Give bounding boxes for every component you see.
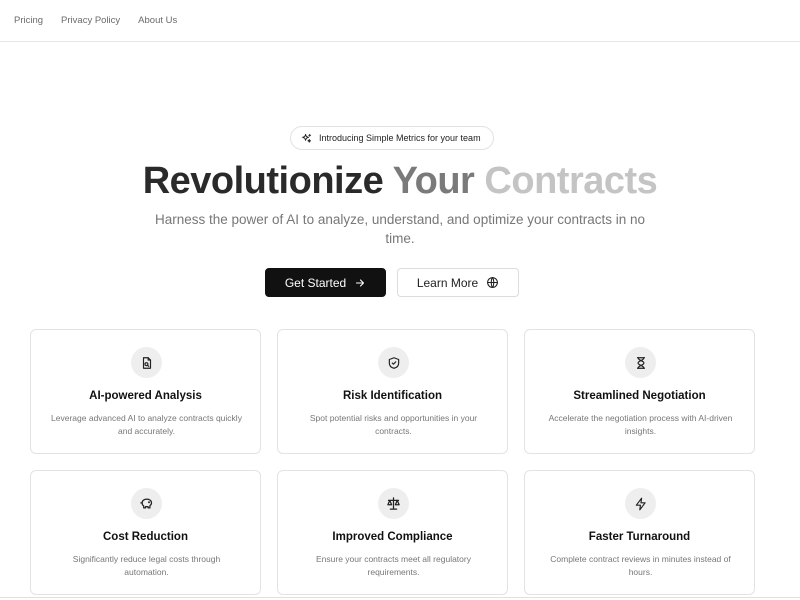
feature-card-ai-analysis: AI-powered Analysis Leverage advanced AI… bbox=[30, 329, 261, 454]
scale-icon bbox=[387, 497, 400, 510]
feature-description: Leverage advanced AI to analyze contract… bbox=[51, 413, 242, 436]
nav-link-pricing[interactable]: Pricing bbox=[14, 15, 43, 26]
feature-card-risk-identification: Risk Identification Spot potential risks… bbox=[277, 329, 508, 454]
feature-title: Faster Turnaround bbox=[588, 531, 691, 543]
feature-title: Cost Reduction bbox=[103, 531, 188, 543]
feature-icon-wrap bbox=[378, 347, 409, 378]
feature-card-streamlined-negotiation: Streamlined Negotiation Accelerate the n… bbox=[524, 329, 755, 454]
top-nav: Pricing Privacy Policy About Us bbox=[0, 0, 800, 42]
shield-check-icon bbox=[388, 356, 399, 369]
feature-icon-wrap bbox=[131, 488, 162, 519]
feature-icon-wrap bbox=[131, 347, 162, 378]
sparkles-icon bbox=[302, 133, 312, 143]
nav-link-privacy-policy[interactable]: Privacy Policy bbox=[61, 15, 120, 26]
globe-icon bbox=[487, 277, 499, 288]
feature-title: Risk Identification bbox=[342, 390, 443, 402]
feature-title: Streamlined Negotiation bbox=[573, 390, 706, 402]
hero-title-word-3: Contracts bbox=[484, 160, 658, 202]
page-bottom-divider bbox=[0, 597, 800, 598]
document-search-icon bbox=[142, 356, 151, 369]
feature-description: Complete contract reviews in minutes ins… bbox=[550, 554, 731, 577]
feature-description: Ensure your contracts meet all regulator… bbox=[316, 554, 471, 577]
announcement-badge[interactable]: Introducing Simple Metrics for your team bbox=[290, 126, 494, 150]
get-started-label: Get Started bbox=[284, 275, 347, 290]
learn-more-label: Learn More bbox=[416, 275, 479, 290]
announcement-text: Introducing Simple Metrics for your team bbox=[319, 133, 481, 143]
feature-card-cost-reduction: Cost Reduction Significantly reduce lega… bbox=[30, 470, 261, 595]
arrow-right-icon bbox=[356, 278, 365, 287]
feature-description: Spot potential risks and opportunities i… bbox=[309, 413, 478, 436]
learn-more-button[interactable]: Learn More bbox=[397, 268, 519, 297]
feature-card-faster-turnaround: Faster Turnaround Complete contract revi… bbox=[524, 470, 755, 595]
hero-title-word-1: Revolutionize bbox=[142, 160, 384, 202]
lightning-icon bbox=[635, 497, 646, 510]
hourglass-icon bbox=[636, 356, 645, 369]
hero-title-word-2: Your bbox=[392, 160, 475, 202]
hero-subtitle: Harness the power of AI to analyze, unde… bbox=[154, 212, 646, 246]
feature-title: Improved Compliance bbox=[332, 531, 453, 543]
feature-description: Accelerate the negotiation process with … bbox=[548, 413, 733, 436]
feature-icon-wrap bbox=[378, 488, 409, 519]
feature-title: AI-powered Analysis bbox=[89, 390, 202, 402]
feature-description: Significantly reduce legal costs through… bbox=[72, 554, 221, 577]
feature-icon-wrap bbox=[625, 488, 656, 519]
feature-icon-wrap bbox=[625, 347, 656, 378]
get-started-button[interactable]: Get Started bbox=[265, 268, 386, 297]
feature-card-improved-compliance: Improved Compliance Ensure your contract… bbox=[277, 470, 508, 595]
hero-title: Revolutionize Your Contracts bbox=[0, 158, 800, 204]
piggy-bank-icon bbox=[140, 498, 153, 509]
nav-link-about-us[interactable]: About Us bbox=[138, 15, 177, 26]
